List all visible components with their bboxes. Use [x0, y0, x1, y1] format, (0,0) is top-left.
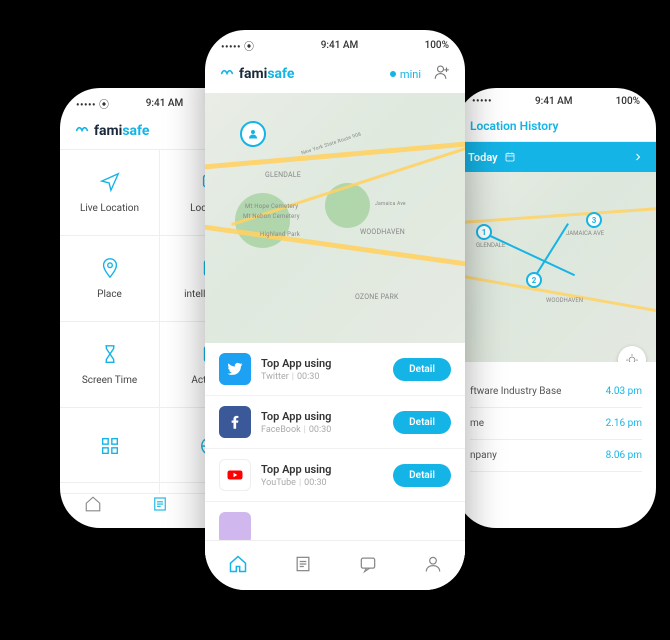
history-name: ftware Industry Base — [470, 386, 561, 397]
map-view[interactable]: GLENDALE Mt Hope Cemetery Mt Nebon Cemet… — [205, 93, 465, 343]
brand-fami: fami — [94, 123, 122, 139]
history-row[interactable]: ftware Industry Base 4.03 pm — [470, 376, 642, 408]
bottom-nav — [205, 540, 465, 590]
status-time: 9:41 AM — [535, 96, 573, 107]
app-title: Top App using — [261, 463, 383, 476]
history-row[interactable]: me 2.16 pm — [470, 408, 642, 440]
map-label: OZONE PARK — [355, 293, 399, 301]
map-pin-icon — [99, 257, 121, 279]
right-phone: ••••• 9:41 AM 100% Location History Toda… — [456, 88, 656, 528]
brand-fami: fami — [239, 66, 267, 82]
history-row[interactable]: npany 8.06 pm — [470, 440, 642, 472]
app-usage-list: Top App using Twitter|00:30 Detail Top A… — [205, 343, 465, 555]
battery-label: 100% — [616, 96, 640, 107]
map-label: WOODHAVEN — [360, 228, 405, 236]
route-node-1[interactable]: 1 — [476, 224, 492, 240]
profile-mini[interactable]: mini — [390, 68, 421, 81]
brand-safe: safe — [122, 123, 149, 139]
status-bar: ••••• 9:41 AM 100% — [456, 88, 656, 111]
route-node-3[interactable]: 3 — [586, 212, 602, 228]
history-name: npany — [470, 450, 497, 461]
map-label: Mt Hope Cemetery — [245, 203, 298, 210]
brand-logo: famisafe — [219, 64, 294, 84]
app-name: YouTube — [261, 478, 296, 488]
app-title: Top App using — [261, 410, 383, 423]
location-arrow-icon — [99, 171, 121, 193]
calendar-icon — [504, 151, 516, 163]
history-time: 4.03 pm — [606, 386, 642, 397]
tile-place[interactable]: Place — [60, 236, 160, 322]
tile-screen-time[interactable]: Screen Time — [60, 322, 160, 408]
twitter-icon — [219, 353, 251, 385]
history-name: me — [470, 418, 484, 429]
app-row-facebook[interactable]: Top App using FaceBook|00:30 Detail — [205, 396, 465, 449]
grid-icon — [99, 435, 121, 457]
logo-icon — [74, 121, 90, 141]
brand-safe: safe — [267, 66, 294, 82]
nav-chat[interactable] — [358, 554, 378, 578]
route-node-2[interactable]: 2 — [526, 272, 542, 288]
battery-label: 100% — [425, 40, 449, 51]
logo-icon — [219, 64, 235, 84]
youtube-icon — [219, 459, 251, 491]
detail-button[interactable]: Detail — [393, 464, 451, 487]
history-time: 8.06 pm — [606, 450, 642, 461]
tile-label: Live Location — [80, 203, 139, 214]
status-time: 9:41 AM — [321, 40, 359, 51]
map-label: Jamaica Ave — [566, 230, 604, 237]
app-row-twitter[interactable]: Top App using Twitter|00:30 Detail — [205, 343, 465, 396]
map-view[interactable]: GLENDALE WOODHAVEN Jamaica Ave 1 2 3 — [456, 172, 656, 362]
today-bar[interactable]: Today — [456, 142, 656, 172]
nav-profile[interactable] — [423, 554, 443, 578]
detail-button[interactable]: Detail — [393, 411, 451, 434]
nav-list[interactable] — [151, 495, 169, 517]
app-title: Top App using — [261, 357, 383, 370]
add-profile-button[interactable] — [433, 63, 451, 85]
app-time: 00:30 — [304, 478, 326, 488]
user-pin[interactable] — [240, 121, 266, 147]
app-name: Twitter — [261, 372, 289, 382]
app-row-youtube[interactable]: Top App using YouTube|00:30 Detail — [205, 449, 465, 502]
center-phone: ••••• ⦿ 9:41 AM 100% famisafe mini GLEND… — [205, 30, 465, 590]
app-name: FaceBook — [261, 425, 301, 435]
brand-logo: famisafe — [74, 121, 149, 141]
map-label: Highland Park — [260, 231, 300, 238]
facebook-icon — [219, 406, 251, 438]
status-bar: ••••• ⦿ 9:41 AM 100% — [205, 30, 465, 57]
status-time: 9:41 AM — [146, 98, 184, 109]
history-list: ftware Industry Base 4.03 pm me 2.16 pm … — [456, 362, 656, 472]
tile-live-location[interactable]: Live Location — [60, 150, 160, 236]
map-label: GLENDALE — [265, 171, 301, 179]
history-time: 2.16 pm — [606, 418, 642, 429]
tile-label: Screen Time — [82, 375, 137, 386]
app-time: 00:30 — [297, 372, 319, 382]
chevron-right-icon — [632, 151, 644, 163]
location-history-title: Location History — [456, 111, 656, 142]
locate-button[interactable] — [618, 346, 646, 362]
nav-home[interactable] — [228, 554, 248, 578]
nav-list[interactable] — [293, 554, 313, 578]
tile-label: Place — [97, 289, 122, 300]
map-label: GLENDALE — [476, 242, 505, 249]
map-label: Mt Nebon Cemetery — [243, 213, 300, 220]
today-label: Today — [468, 151, 498, 164]
detail-button[interactable]: Detail — [393, 358, 451, 381]
signal-icon: ••••• ⦿ — [221, 38, 254, 53]
map-label: Jamaica Ave — [375, 201, 406, 207]
signal-icon: ••••• — [472, 96, 492, 107]
signal-icon: ••••• ⦿ — [76, 96, 109, 111]
map-label: WOODHAVEN — [546, 297, 583, 304]
nav-home[interactable] — [84, 495, 102, 517]
hourglass-icon — [99, 343, 121, 365]
app-time: 00:30 — [309, 425, 331, 435]
